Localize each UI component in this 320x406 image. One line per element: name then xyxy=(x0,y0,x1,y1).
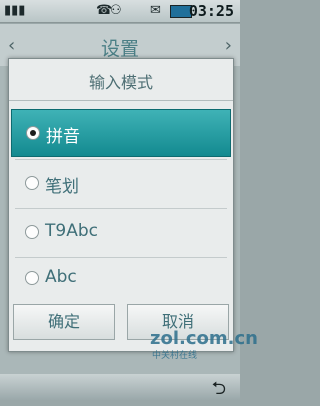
option-label: T9Abc xyxy=(45,221,98,241)
watermark-sub: 中关村在线 xyxy=(152,351,198,361)
option-pinyin[interactable]: 拼音 xyxy=(11,109,231,157)
signal-icon: ▮▮▮ xyxy=(4,3,26,18)
right-arrow-icon: › xyxy=(224,35,232,56)
radio-selected-icon xyxy=(26,126,40,140)
option-label: 笔划 xyxy=(45,177,79,197)
radio-unselected-icon xyxy=(25,176,39,190)
dialog-title: 输入模式 xyxy=(88,73,153,92)
option-t9abc[interactable]: T9Abc xyxy=(11,209,231,257)
status-bar: ▮▮▮ ☎ ⚇ ✉ 03:25 xyxy=(0,0,240,23)
ok-button[interactable]: 确定 xyxy=(13,304,115,340)
watermark: zol.com.cn xyxy=(150,328,258,349)
option-label: Abc xyxy=(45,267,77,287)
radio-unselected-icon xyxy=(25,271,39,285)
option-stroke[interactable]: 笔划 xyxy=(11,160,231,208)
bottom-bar: ⮌ xyxy=(0,374,240,400)
back-icon[interactable]: ⮌ xyxy=(212,376,226,406)
title-divider xyxy=(9,100,233,101)
option-label: 拼音 xyxy=(46,127,80,147)
clock: 03:25 xyxy=(188,2,234,20)
user-icon: ⚇ xyxy=(110,3,122,18)
message-icon: ✉ xyxy=(150,3,161,18)
option-abc[interactable]: Abc xyxy=(11,255,231,303)
radio-unselected-icon xyxy=(25,225,39,239)
background-title: 设置 xyxy=(100,38,139,60)
input-mode-dialog: 输入模式 拼音 笔划 T9Abc Abc 确定 取消 xyxy=(8,58,234,352)
